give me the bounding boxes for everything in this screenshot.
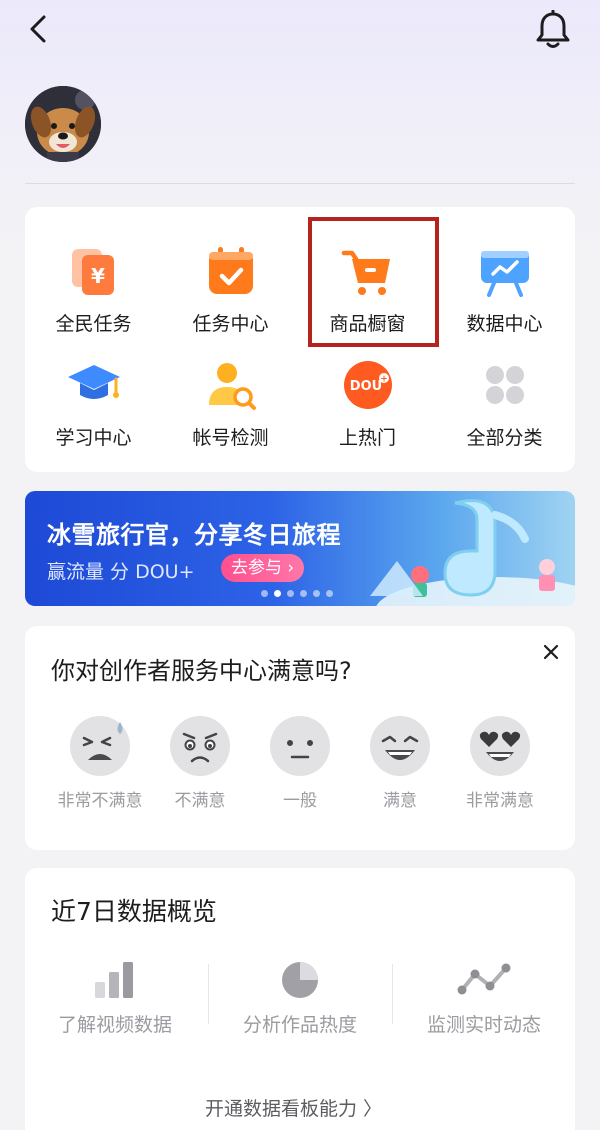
svg-text:DOU: DOU (349, 379, 381, 394)
grid-item-label: 全部分类 (466, 427, 543, 449)
user-search-icon (208, 363, 256, 410)
coupon-yen-icon: ¥ (71, 249, 114, 295)
banner-join-button[interactable]: 去参与 › (221, 554, 305, 582)
grid-item-go-trending[interactable]: DOU + 上热门 (299, 351, 436, 461)
rating-label: 不满意 (174, 791, 226, 811)
divider (25, 183, 575, 184)
line-trend-icon (457, 963, 511, 995)
grid-item-data-center[interactable]: 数据中心 (436, 237, 573, 347)
grid-item-all-people-tasks[interactable]: ¥ 全民任务 (25, 237, 162, 347)
bell-icon[interactable] (534, 10, 572, 50)
bar-chart-icon (95, 962, 133, 998)
rating-label: 非常不满意 (57, 791, 143, 811)
grid-item-task-center[interactable]: 任务中心 (162, 237, 299, 347)
close-icon[interactable] (539, 640, 563, 664)
unsatisfied-face-icon (170, 716, 230, 776)
dog-avatar-image (25, 86, 101, 162)
neutral-face-icon (270, 716, 330, 776)
rating-option-satisfied[interactable]: 满意 (350, 714, 450, 811)
satisfied-face-icon (370, 716, 430, 776)
pagination-dot (261, 590, 268, 597)
overview-item-label: 监测实时动态 (426, 1014, 541, 1036)
rating-option-neutral[interactable]: 一般 (250, 714, 350, 811)
pie-chart-icon (282, 962, 318, 998)
grid-item-label: 全民任务 (55, 313, 132, 335)
grid-item-label: 任务中心 (192, 313, 269, 335)
rating-option-very-unsatisfied[interactable]: 非常不满意 (50, 714, 150, 811)
rating-option-unsatisfied[interactable]: 不满意 (150, 714, 250, 811)
grid-item-learning-center[interactable]: 学习中心 (25, 351, 162, 461)
divider (208, 964, 209, 1024)
overview-item-video-data[interactable]: 了解视频数据 (25, 960, 205, 1037)
grid-item-label: 帐号检测 (192, 427, 269, 449)
avatar[interactable] (25, 86, 101, 162)
very-satisfied-face-icon (470, 716, 530, 776)
rating-label: 一般 (283, 791, 317, 811)
very-unsatisfied-face-icon (70, 716, 130, 776)
pagination-dot (300, 590, 307, 597)
rating-label: 满意 (383, 791, 417, 811)
open-data-dashboard-link[interactable]: 开通数据看板能力 〉 (205, 1094, 405, 1121)
overview-item-realtime-monitor[interactable]: 监测实时动态 (394, 960, 574, 1037)
survey-question: 你对创作者服务中心满意吗? (51, 657, 352, 685)
top-bar (0, 0, 600, 70)
pagination-dot (287, 590, 294, 597)
overview-item-label: 分析作品热度 (242, 1014, 357, 1036)
banner-pagination (261, 590, 333, 597)
overview-item-content-heat[interactable]: 分析作品热度 (210, 960, 390, 1037)
svg-text:¥: ¥ (91, 264, 105, 288)
pagination-dot-active (274, 590, 281, 597)
graduation-cap-icon (67, 365, 120, 399)
rating-label: 非常满意 (466, 791, 534, 811)
pagination-dot (326, 590, 333, 597)
grid-item-label: 上热门 (338, 427, 396, 449)
rating-option-very-satisfied[interactable]: 非常满意 (450, 714, 550, 811)
grid-item-all-categories[interactable]: 全部分类 (436, 351, 573, 461)
grid-item-account-check[interactable]: 帐号检测 (162, 351, 299, 461)
divider (392, 964, 393, 1024)
back-icon[interactable] (22, 12, 56, 46)
overview-item-label: 了解视频数据 (57, 1014, 172, 1036)
four-dots-icon (485, 366, 524, 404)
calendar-check-icon (208, 247, 253, 294)
banner-title: 冰雪旅行官，分享冬日旅程 (47, 521, 341, 549)
pagination-dot (313, 590, 320, 597)
data-overview-card: 近7日数据概览 了解视频数据 分析作品热度 监测实时动态 开通数据看板能力 〉 (25, 868, 575, 1130)
tools-grid-card: ¥ 全民任务 任务中心 商品橱窗 数据中心 学习中心 帐号检测 DOU + 上热… (25, 207, 575, 472)
presentation-board-icon (480, 251, 529, 297)
satisfaction-survey-card: 你对创作者服务中心满意吗? 非常不满意 不满意 一般 满意 非常满意 (25, 626, 575, 850)
grid-item-label: 数据中心 (466, 313, 543, 335)
svg-text:+: + (380, 375, 388, 385)
promo-banner[interactable]: 冰雪旅行官，分享冬日旅程 赢流量 分 DOU+ 去参与 › (25, 491, 575, 606)
overview-title: 近7日数据概览 (51, 897, 217, 926)
dou-plus-icon: DOU + (343, 361, 392, 409)
highlight-box (308, 217, 439, 347)
grid-item-label: 学习中心 (55, 427, 132, 449)
banner-subtitle: 赢流量 分 DOU+ (47, 561, 195, 583)
